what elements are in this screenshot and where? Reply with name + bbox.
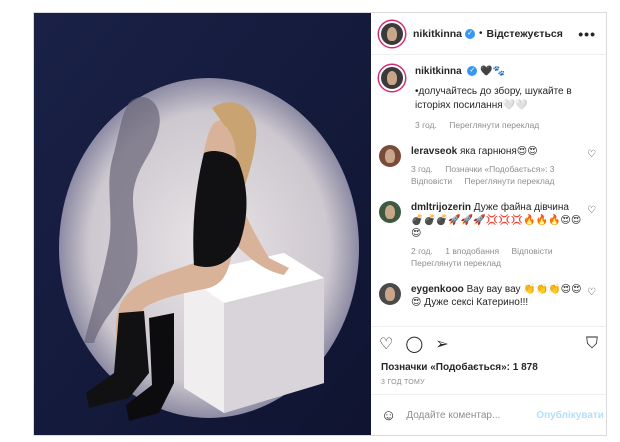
- follow-status-button[interactable]: Відстежується: [487, 28, 563, 40]
- caption-emojis: 🖤🐾: [480, 66, 506, 77]
- avatar[interactable]: [379, 283, 401, 305]
- list-item: dmltrijozerin Дуже файна дівчина 💣💣💣🚀🚀🚀💢…: [379, 201, 598, 269]
- list-item: leravseok яка гарнюня😍😍 3 год. Позначки …: [379, 145, 598, 187]
- translate-link[interactable]: Переглянути переклад: [411, 258, 501, 268]
- reply-link[interactable]: Відповісти: [511, 246, 552, 256]
- photo-illustration: [34, 13, 371, 435]
- likes-count[interactable]: Позначки «Подобається»: 1 878: [371, 360, 606, 373]
- comment-meta: 3 год. Позначки «Подобається»: 3 Відпові…: [411, 163, 582, 187]
- list-item: eygenkooo Вау вау вау 👏👏👏😍😍😍 Дуже сексі …: [379, 283, 598, 309]
- reply-link[interactable]: Відповісти: [411, 176, 452, 186]
- comment-username[interactable]: dmltrijozerin: [411, 202, 471, 213]
- comment-input[interactable]: [406, 409, 537, 421]
- add-comment-bar: ☺ Опублікувати: [371, 395, 606, 435]
- comment-icon[interactable]: ◯: [405, 334, 423, 354]
- comment-time[interactable]: 3 год.: [411, 164, 433, 174]
- verified-icon: ✓: [465, 28, 476, 39]
- translate-link[interactable]: Переглянути переклад: [449, 120, 539, 130]
- avatar[interactable]: [379, 201, 401, 223]
- post-modal: nikitkinna ✓ • Відстежується ••• nikitki…: [33, 12, 607, 436]
- comment-meta: 2 год. 1 вподобання Відповісти Перегляну…: [411, 245, 582, 269]
- heart-icon[interactable]: ♡: [379, 334, 393, 354]
- publish-button[interactable]: Опублікувати: [536, 410, 604, 421]
- comment-username[interactable]: leravseok: [411, 146, 457, 157]
- avatar[interactable]: [379, 20, 405, 47]
- heart-icon[interactable]: ♡: [587, 287, 596, 298]
- action-bar: ♡ ◯ ➢ ⛉: [371, 326, 606, 360]
- caption: nikitkinna ✓ 🖤🐾 •долучайтесь до збору, ш…: [379, 65, 598, 131]
- comment-text-block: dmltrijozerin Дуже файна дівчина 💣💣💣🚀🚀🚀💢…: [411, 201, 598, 269]
- post-timestamp[interactable]: 3 ГОД ТОМУ: [371, 373, 606, 395]
- comment-time[interactable]: 2 год.: [411, 246, 433, 256]
- heart-icon[interactable]: ♡: [587, 149, 596, 160]
- caption-time[interactable]: 3 год.: [415, 120, 437, 130]
- bookmark-icon[interactable]: ⛉: [586, 335, 598, 353]
- more-icon[interactable]: •••: [578, 26, 596, 42]
- comment-username[interactable]: eygenkooo: [411, 284, 464, 295]
- post-username[interactable]: nikitkinna: [413, 28, 462, 40]
- caption-text-block: nikitkinna ✓ 🖤🐾 •долучайтесь до збору, ш…: [415, 65, 598, 131]
- translate-link[interactable]: Переглянути переклад: [465, 176, 555, 186]
- heart-icon[interactable]: ♡: [587, 205, 596, 216]
- avatar[interactable]: [379, 65, 405, 91]
- comment-text-block: leravseok яка гарнюня😍😍 3 год. Позначки …: [411, 145, 598, 187]
- caption-meta: 3 год. Переглянути переклад: [415, 119, 598, 131]
- post-photo[interactable]: [34, 13, 371, 435]
- post-side-panel: nikitkinna ✓ • Відстежується ••• nikitki…: [371, 13, 606, 435]
- comments-area: nikitkinna ✓ 🖤🐾 •долучайтесь до збору, ш…: [371, 55, 606, 326]
- emoji-icon[interactable]: ☺: [381, 407, 396, 424]
- comment-likes[interactable]: 1 вподобання: [445, 246, 499, 256]
- separator-dot: •: [479, 28, 483, 39]
- comment-likes[interactable]: Позначки «Подобається»: 3: [445, 164, 554, 174]
- verified-icon: ✓: [467, 66, 478, 77]
- comment-text-block: eygenkooo Вау вау вау 👏👏👏😍😍😍 Дуже сексі …: [411, 283, 598, 309]
- share-icon[interactable]: ➢: [435, 334, 448, 354]
- caption-username[interactable]: nikitkinna: [415, 66, 462, 77]
- caption-text: •долучайтесь до збору, шукайте в історія…: [415, 86, 572, 111]
- avatar[interactable]: [379, 145, 401, 167]
- post-header: nikitkinna ✓ • Відстежується •••: [371, 13, 606, 55]
- comment-text: яка гарнюня😍😍: [459, 146, 538, 157]
